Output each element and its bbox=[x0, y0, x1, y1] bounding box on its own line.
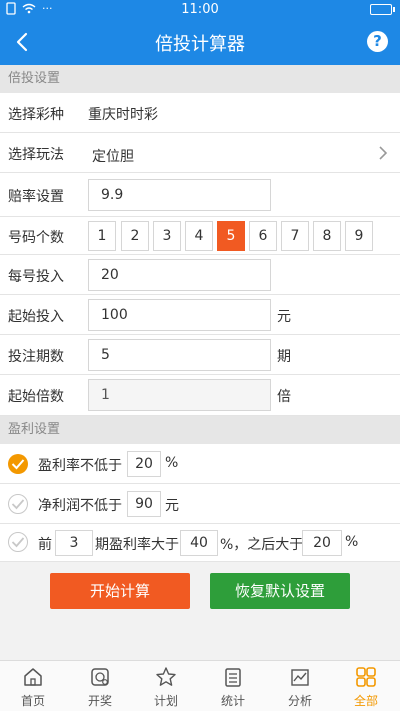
lottery-value: 重庆时时彩 bbox=[88, 107, 158, 123]
periods-label: 投注期数 bbox=[8, 349, 64, 365]
play-value: 定位胆 bbox=[92, 149, 134, 165]
grid-icon bbox=[356, 667, 376, 687]
odds-label: 赔率设置 bbox=[8, 189, 64, 205]
net-profit-suffix: 元 bbox=[165, 498, 179, 514]
staged-profit-check-icon[interactable] bbox=[8, 532, 28, 552]
star-icon bbox=[156, 667, 176, 686]
profit-rate-suffix: % bbox=[165, 455, 179, 471]
number-option-6[interactable]: 6 bbox=[249, 221, 277, 251]
number-option-7[interactable]: 7 bbox=[281, 221, 309, 251]
staged-suffix: % bbox=[345, 534, 359, 550]
tab-analysis[interactable]: 分析 bbox=[267, 661, 333, 711]
bottom-tab-bar: 首页 开奖 计划 统计 分析 全部 bbox=[0, 660, 400, 711]
periods-input[interactable]: 5 bbox=[88, 339, 271, 371]
lottery-select-row[interactable]: 选择彩种 重庆时时彩 bbox=[0, 93, 400, 133]
per-bet-input[interactable]: 20 bbox=[88, 259, 271, 291]
lottery-label: 选择彩种 bbox=[8, 107, 64, 123]
battery-icon bbox=[370, 4, 395, 15]
staged-rate1-input[interactable]: 40 bbox=[180, 530, 218, 556]
number-count-row: 号码个数 1 2 3 4 5 6 7 8 9 bbox=[0, 217, 400, 255]
profit-rate-prefix: 盈利率不低于 bbox=[38, 458, 122, 474]
start-bet-unit: 元 bbox=[277, 309, 291, 325]
tab-statistics-label: 统计 bbox=[220, 694, 245, 708]
tab-analysis-label: 分析 bbox=[287, 694, 312, 708]
home-icon bbox=[24, 668, 42, 686]
staged-prefix: 前 bbox=[38, 537, 52, 553]
number-option-3[interactable]: 3 bbox=[153, 221, 181, 251]
section-header-bet-settings: 倍投设置 bbox=[0, 65, 400, 93]
number-option-1[interactable]: 1 bbox=[88, 221, 116, 251]
tab-home-label: 首页 bbox=[20, 694, 45, 708]
periods-row: 投注期数 5 期 bbox=[0, 335, 400, 375]
status-bar: ··· 11:00 bbox=[0, 0, 400, 20]
start-multiple-row: 起始倍数 1 倍 bbox=[0, 375, 400, 416]
net-profit-input[interactable]: 90 bbox=[127, 491, 161, 517]
reset-defaults-button[interactable]: 恢复默认设置 bbox=[210, 573, 350, 609]
number-option-8[interactable]: 8 bbox=[313, 221, 341, 251]
staged-mid: 期盈利率大于 bbox=[95, 537, 179, 553]
lottery-draw-icon bbox=[91, 668, 109, 686]
start-bet-input[interactable]: 100 bbox=[88, 299, 271, 331]
odds-input[interactable]: 9.9 bbox=[88, 179, 271, 211]
net-profit-prefix: 净利润不低于 bbox=[38, 498, 122, 514]
net-profit-check-icon[interactable] bbox=[8, 494, 28, 514]
status-time: 11:00 bbox=[181, 2, 219, 17]
tab-lottery-draw-label: 开奖 bbox=[87, 694, 112, 708]
tab-home[interactable]: 首页 bbox=[0, 661, 66, 711]
tab-plan-label: 计划 bbox=[153, 694, 178, 708]
tab-all[interactable]: 全部 bbox=[333, 661, 399, 711]
start-calculation-button[interactable]: 开始计算 bbox=[50, 573, 190, 609]
per-bet-row: 每号投入 20 bbox=[0, 255, 400, 295]
nav-bar: 倍投计算器 ? bbox=[0, 20, 400, 65]
start-multiple-label: 起始倍数 bbox=[8, 389, 64, 405]
start-multiple-input: 1 bbox=[88, 379, 271, 411]
analysis-icon bbox=[291, 669, 309, 686]
list-icon bbox=[225, 668, 241, 687]
number-option-9[interactable]: 9 bbox=[345, 221, 373, 251]
staged-rate2-input[interactable]: 20 bbox=[302, 530, 342, 556]
tab-statistics[interactable]: 统计 bbox=[200, 661, 266, 711]
help-icon[interactable]: ? bbox=[367, 31, 388, 52]
play-select-row[interactable]: 选择玩法 定位胆 bbox=[0, 133, 400, 173]
number-option-2[interactable]: 2 bbox=[121, 221, 149, 251]
chevron-right-icon bbox=[379, 146, 388, 160]
net-profit-row[interactable]: 净利润不低于 90 元 bbox=[0, 484, 400, 524]
start-bet-row: 起始投入 100 元 bbox=[0, 295, 400, 335]
per-bet-label: 每号投入 bbox=[8, 269, 64, 285]
tab-all-label: 全部 bbox=[353, 694, 378, 708]
play-label: 选择玩法 bbox=[8, 147, 64, 163]
number-count-label: 号码个数 bbox=[8, 230, 64, 246]
tab-plan[interactable]: 计划 bbox=[133, 661, 199, 711]
staged-periods-input[interactable]: 3 bbox=[55, 530, 93, 556]
number-option-4[interactable]: 4 bbox=[185, 221, 213, 251]
page-title: 倍投计算器 bbox=[155, 34, 245, 55]
periods-unit: 期 bbox=[277, 349, 291, 365]
staged-profit-row[interactable]: 前 3 期盈利率大于 40 %，之后大于 20 % bbox=[0, 524, 400, 562]
start-multiple-unit: 倍 bbox=[277, 389, 291, 405]
section-header-profit-settings: 盈利设置 bbox=[0, 416, 400, 444]
tab-lottery-draw[interactable]: 开奖 bbox=[67, 661, 133, 711]
profit-rate-input[interactable]: 20 bbox=[127, 451, 161, 477]
staged-mid2: %，之后大于 bbox=[220, 537, 304, 553]
number-option-5[interactable]: 5 bbox=[217, 221, 245, 251]
odds-row: 赔率设置 9.9 bbox=[0, 173, 400, 217]
profit-rate-check-icon[interactable] bbox=[8, 454, 28, 474]
profit-rate-row[interactable]: 盈利率不低于 20 % bbox=[0, 444, 400, 484]
start-bet-label: 起始投入 bbox=[8, 309, 64, 325]
